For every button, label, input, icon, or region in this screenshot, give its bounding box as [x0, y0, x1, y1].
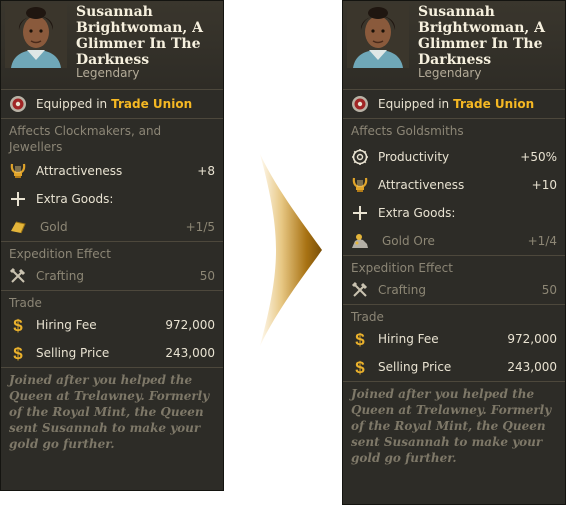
- stat-label: Attractiveness: [36, 164, 123, 178]
- equipped-location: Trade Union: [111, 97, 193, 111]
- stat-value: +10: [531, 178, 557, 192]
- trade-value: 243,000: [165, 346, 215, 360]
- stat-row: Extra Goods:: [343, 199, 565, 227]
- arrow-right-icon: [260, 154, 322, 346]
- trade-value: 972,000: [165, 318, 215, 332]
- trade-label: Hiring Fee: [378, 332, 439, 346]
- hero-name: Susannah Brightwoman, A Glimmer In The D…: [76, 4, 204, 68]
- expedition-row: Crafting 50: [343, 276, 565, 304]
- flavor-text: Joined after you helped the Queen at Tre…: [343, 381, 565, 470]
- hero-card-after: Susannah Brightwoman, A Glimmer In The D…: [342, 0, 566, 505]
- stat-label: Attractiveness: [378, 178, 465, 192]
- trade-label: Selling Price: [378, 360, 452, 374]
- expedition-section: Expedition Effect Crafting 50: [343, 255, 565, 304]
- equipped-location: Trade Union: [453, 97, 535, 111]
- stat-value: +1/5: [185, 220, 215, 234]
- stat-label: Gold Ore: [382, 234, 435, 248]
- flavor-text: Joined after you helped the Queen at Tre…: [1, 367, 223, 456]
- stat-value: +8: [197, 164, 215, 178]
- trade-union-icon: [351, 95, 369, 113]
- section-title: Trade: [351, 310, 384, 324]
- dollar-icon: [9, 316, 27, 334]
- affects-text: Affects Goldsmiths: [351, 124, 464, 138]
- gold-bar-icon: [9, 218, 27, 236]
- stat-row: Attractiveness +10: [343, 171, 565, 199]
- trade-union-icon: [9, 95, 27, 113]
- gold-ore-icon: [351, 232, 369, 250]
- hero-portrait: [347, 4, 409, 68]
- card-header: Susannah Brightwoman, A Glimmer In The D…: [1, 1, 223, 90]
- plus-icon: [9, 190, 27, 208]
- trade-row: Hiring Fee 972,000: [343, 325, 565, 353]
- stat-row: Attractiveness +8: [1, 157, 223, 185]
- card-header: Susannah Brightwoman, A Glimmer In The D…: [343, 1, 565, 90]
- trade-row: Selling Price 243,000: [343, 353, 565, 381]
- rarity-label: Legendary: [76, 66, 140, 80]
- equipped-row: Equipped in Trade Union: [1, 90, 223, 119]
- stat-label: Extra Goods:: [378, 206, 456, 220]
- expedition-label: Crafting: [36, 269, 84, 283]
- stat-value: +50%: [520, 150, 557, 164]
- gear-icon: [351, 148, 369, 166]
- expedition-value: 50: [541, 283, 557, 297]
- stat-row: Extra Goods:: [1, 185, 223, 213]
- stat-row: Productivity +50%: [343, 143, 565, 171]
- section-title: Expedition Effect: [351, 261, 453, 275]
- trade-value: 243,000: [507, 360, 557, 374]
- stat-value: +1/4: [527, 234, 557, 248]
- trade-section: Trade Hiring Fee 972,000 Selling Price 2…: [343, 304, 565, 381]
- trade-value: 972,000: [507, 332, 557, 346]
- trade-row: Selling Price 243,000: [1, 339, 223, 367]
- hero-portrait: [5, 4, 67, 68]
- crafting-tools-icon: [351, 281, 369, 299]
- hero-card-before: Susannah Brightwoman, A Glimmer In The D…: [0, 0, 224, 491]
- hero-name: Susannah Brightwoman, A Glimmer In The D…: [418, 4, 546, 68]
- lyre-icon: [9, 162, 27, 180]
- dollar-icon: [9, 344, 27, 362]
- expedition-value: 50: [199, 269, 215, 283]
- dollar-icon: [351, 358, 369, 376]
- expedition-row: Crafting 50: [1, 262, 223, 290]
- expedition-label: Crafting: [378, 283, 426, 297]
- affects-text: Affects Clockmakers, and Jewellers: [9, 124, 162, 154]
- equipped-row: Equipped in Trade Union: [343, 90, 565, 119]
- stat-row: Gold +1/5: [1, 213, 223, 241]
- trade-label: Selling Price: [36, 346, 110, 360]
- section-title: Expedition Effect: [9, 247, 111, 261]
- equipped-prefix: Equipped in: [36, 97, 108, 111]
- crafting-tools-icon: [9, 267, 27, 285]
- trade-row: Hiring Fee 972,000: [1, 311, 223, 339]
- expedition-section: Expedition Effect Crafting 50: [1, 241, 223, 290]
- equipped-prefix: Equipped in: [378, 97, 450, 111]
- trade-label: Hiring Fee: [36, 318, 97, 332]
- section-title: Trade: [9, 296, 42, 310]
- stat-label: Gold: [40, 220, 68, 234]
- dollar-icon: [351, 330, 369, 348]
- stat-label: Extra Goods:: [36, 192, 114, 206]
- plus-icon: [351, 204, 369, 222]
- rarity-label: Legendary: [418, 66, 482, 80]
- stat-label: Productivity: [378, 150, 450, 164]
- stat-row: Gold Ore +1/4: [343, 227, 565, 255]
- trade-section: Trade Hiring Fee 972,000 Selling Price 2…: [1, 290, 223, 367]
- lyre-icon: [351, 176, 369, 194]
